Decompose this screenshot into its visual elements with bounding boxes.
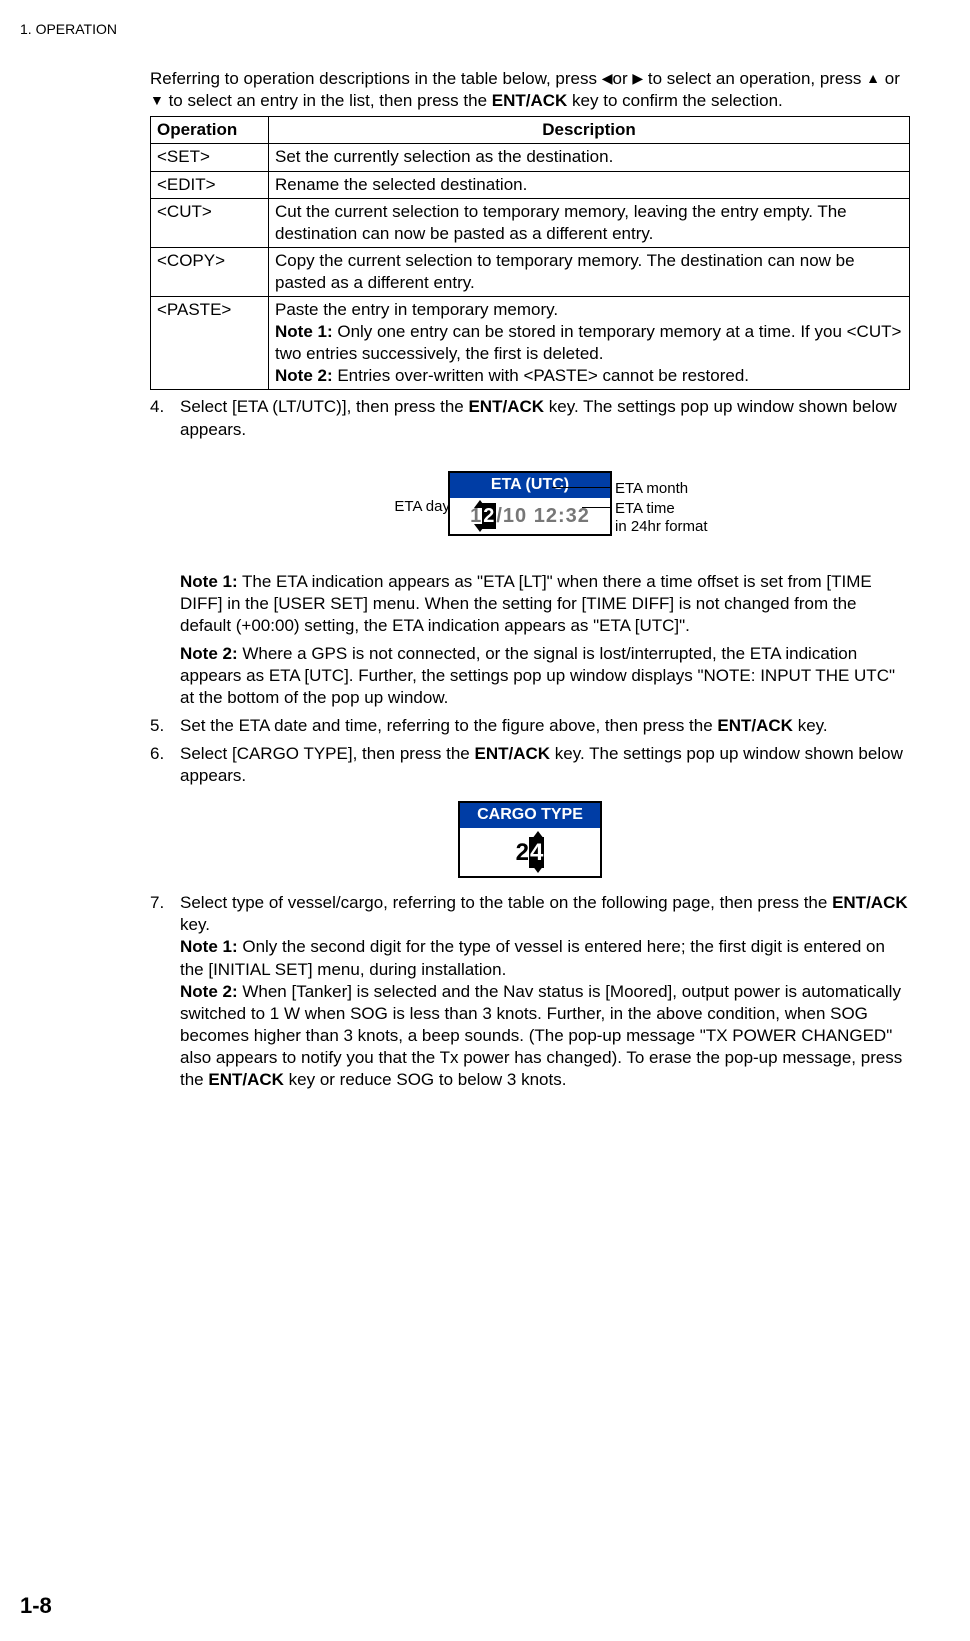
- note-label: Note 1:: [180, 937, 238, 956]
- key-name: ENT/ACK: [832, 893, 908, 912]
- leader-line: [552, 487, 612, 488]
- text: Select type of vessel/cargo, referring t…: [180, 893, 832, 912]
- cargo-digit-1: 2: [516, 837, 529, 868]
- operation-table: Operation Description <SET> Set the curr…: [150, 116, 910, 390]
- intro-text: or: [613, 69, 633, 88]
- step-6: 6. Select [CARGO TYPE], then press the E…: [150, 743, 910, 787]
- eta-month-label: ETA month: [615, 479, 688, 499]
- eta-popup: ETA (UTC) 12 / 10 12:32: [448, 471, 612, 536]
- eta-value: 12 / 10 12:32: [450, 498, 610, 534]
- eta-time-label: ETA time: [615, 499, 675, 519]
- arrow-down-icon: [474, 524, 486, 532]
- arrow-down-icon: [532, 865, 544, 873]
- desc-cell: Copy the current selection to temporary …: [269, 247, 910, 296]
- desc-cell: Cut the current selection to temporary m…: [269, 198, 910, 247]
- step-text: Select type of vessel/cargo, referring t…: [180, 892, 910, 1091]
- text: Select [ETA (LT/UTC)], then press the: [180, 397, 468, 416]
- eta-day-label: ETA day: [394, 497, 450, 517]
- intro-text: to select an entry in the list, then pre…: [164, 91, 492, 110]
- intro-text: Referring to operation descriptions in t…: [150, 69, 602, 88]
- key-name: ENT/ACK: [208, 1070, 284, 1089]
- table-row: <CUT> Cut the current selection to tempo…: [151, 198, 910, 247]
- key-name: ENT/ACK: [468, 397, 544, 416]
- col-header-operation: Operation: [151, 117, 269, 144]
- arrow-up-icon: [532, 831, 544, 839]
- text: Set the ETA date and time, referring to …: [180, 716, 717, 735]
- cargo-value: 24: [460, 828, 600, 876]
- eta-title: ETA (UTC): [450, 473, 610, 498]
- key-name: ENT/ACK: [717, 716, 793, 735]
- key-name: ENT/ACK: [492, 91, 568, 110]
- intro-paragraph: Referring to operation descriptions in t…: [150, 68, 910, 112]
- note-text: The ETA indication appears as "ETA [LT]"…: [180, 572, 872, 635]
- step-number: 5.: [150, 715, 180, 737]
- cargo-popup: CARGO TYPE 24: [458, 801, 602, 878]
- op-cell: <CUT>: [151, 198, 269, 247]
- page-number: 1-8: [20, 1592, 52, 1621]
- eta-rest: 10 12:32: [503, 503, 590, 529]
- desc-cell: Rename the selected destination.: [269, 171, 910, 198]
- step-text: Select [ETA (LT/UTC)], then press the EN…: [180, 396, 910, 440]
- table-header-row: Operation Description: [151, 117, 910, 144]
- step-number: 7.: [150, 892, 180, 1091]
- table-row: <EDIT> Rename the selected destination.: [151, 171, 910, 198]
- step-5: 5. Set the ETA date and time, referring …: [150, 715, 910, 737]
- leader-line: [582, 507, 612, 508]
- step-text: Select [CARGO TYPE], then press the ENT/…: [180, 743, 910, 787]
- table-row: <SET> Set the currently selection as the…: [151, 144, 910, 171]
- step-text: Set the ETA date and time, referring to …: [180, 715, 910, 737]
- step-4: 4. Select [ETA (LT/UTC)], then press the…: [150, 396, 910, 440]
- step-number: 6.: [150, 743, 180, 787]
- right-arrow-icon: ▶: [632, 69, 643, 87]
- intro-text: to select an operation, press: [643, 69, 866, 88]
- text: key.: [793, 716, 828, 735]
- table-row: <COPY> Copy the current selection to tem…: [151, 247, 910, 296]
- note-label: Note 2:: [180, 644, 238, 663]
- op-cell: <PASTE>: [151, 297, 269, 390]
- note-text: key or reduce SOG to below 3 knots.: [284, 1070, 567, 1089]
- cargo-digit-highlight: 4: [529, 837, 544, 868]
- step-7: 7. Select type of vessel/cargo, referrin…: [150, 892, 910, 1091]
- left-arrow-icon: ◀: [602, 69, 613, 87]
- table-row: <PASTE> Paste the entry in temporary mem…: [151, 297, 910, 390]
- down-arrow-icon: ▼: [150, 91, 164, 109]
- intro-text: or: [880, 69, 900, 88]
- step-number: 4.: [150, 396, 180, 440]
- cargo-title: CARGO TYPE: [460, 803, 600, 828]
- desc-cell: Set the currently selection as the desti…: [269, 144, 910, 171]
- note-text: Only one entry can be stored in temporar…: [275, 322, 901, 363]
- desc-text: Paste the entry in temporary memory.: [275, 300, 558, 319]
- note-text: Entries over-written with <PASTE> cannot…: [333, 366, 749, 385]
- note-label: Note 2:: [180, 982, 238, 1001]
- eta-format-label: in 24hr format: [615, 517, 708, 537]
- arrow-up-icon: [474, 500, 486, 508]
- note-2-block: Note 2: Where a GPS is not connected, or…: [180, 643, 910, 709]
- text: key.: [180, 915, 210, 934]
- note-1-block: Note 1: The ETA indication appears as "E…: [180, 571, 910, 637]
- eta-diagram: ETA day ETA (UTC) 12 / 10 12:32 ETA mont…: [320, 459, 740, 549]
- op-cell: <COPY>: [151, 247, 269, 296]
- text: Select [CARGO TYPE], then press the: [180, 744, 474, 763]
- key-name: ENT/ACK: [474, 744, 550, 763]
- col-header-description: Description: [269, 117, 910, 144]
- cargo-diagram: CARGO TYPE 24: [150, 801, 910, 878]
- note-label: Note 1:: [275, 322, 333, 341]
- up-arrow-icon: ▲: [866, 69, 880, 87]
- section-header: 1. OPERATION: [20, 20, 910, 38]
- desc-cell: Paste the entry in temporary memory. Not…: [269, 297, 910, 390]
- note-label: Note 2:: [275, 366, 333, 385]
- note-text: Where a GPS is not connected, or the sig…: [180, 644, 895, 707]
- intro-text: key to confirm the selection.: [567, 91, 782, 110]
- note-label: Note 1:: [180, 572, 238, 591]
- content-area: Referring to operation descriptions in t…: [150, 68, 910, 1217]
- op-cell: <SET>: [151, 144, 269, 171]
- op-cell: <EDIT>: [151, 171, 269, 198]
- note-text: Only the second digit for the type of ve…: [180, 937, 885, 978]
